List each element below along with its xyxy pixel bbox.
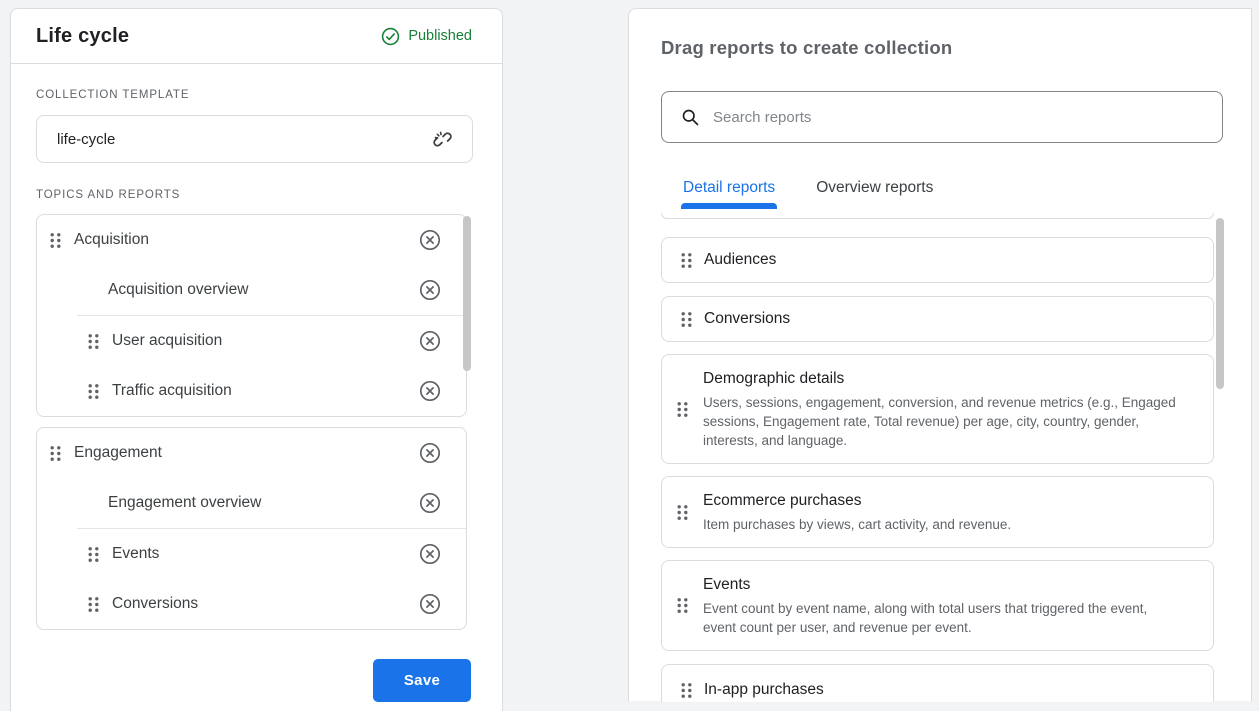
remove-button[interactable] — [418, 491, 442, 515]
drag-handle-icon[interactable] — [87, 383, 100, 400]
remove-circle-icon — [418, 542, 442, 566]
report-row[interactable]: Acquisition overview — [37, 265, 466, 315]
drag-handle-icon[interactable] — [87, 333, 100, 350]
collection-template-field[interactable]: life-cycle — [36, 115, 473, 163]
tab-detail-reports[interactable]: Detail reports — [680, 179, 778, 209]
report-description: Event count by event name, along with to… — [703, 601, 1148, 635]
report-title: Ecommerce purchases — [703, 492, 862, 509]
topic-group-engagement: Engagement Engagement overview Events Co… — [36, 427, 467, 630]
check-circle-icon — [381, 27, 400, 46]
report-title: Conversions — [704, 310, 791, 327]
report-card-partial[interactable] — [661, 213, 1214, 219]
tab-overview-reports[interactable]: Overview reports — [816, 179, 933, 209]
collection-editor-panel: Life cycle Published COLLECTION TEMPLATE… — [10, 8, 503, 711]
remove-button[interactable] — [418, 542, 442, 566]
status-badge-label: Published — [408, 28, 472, 44]
report-card[interactable]: Demographic details Users, sessions, eng… — [661, 354, 1214, 464]
remove-button[interactable] — [418, 592, 442, 616]
topic-row[interactable]: Acquisition — [37, 215, 466, 265]
search-box[interactable] — [661, 91, 1223, 143]
remove-button[interactable] — [418, 379, 442, 403]
report-row[interactable]: Conversions — [37, 579, 466, 629]
report-label: Traffic acquisition — [112, 382, 232, 399]
remove-button[interactable] — [418, 329, 442, 353]
report-row[interactable]: Traffic acquisition — [37, 366, 466, 416]
topic-label: Engagement — [74, 444, 162, 461]
report-picker-panel: Drag reports to create collection Detail… — [628, 8, 1252, 702]
collection-template-label: COLLECTION TEMPLATE — [36, 89, 190, 101]
search-icon — [680, 107, 700, 127]
report-row[interactable]: Events — [37, 529, 466, 579]
report-card[interactable]: Conversions — [661, 296, 1214, 342]
report-label: User acquisition — [112, 332, 223, 349]
drag-handle-icon[interactable] — [680, 311, 693, 328]
remove-button[interactable] — [418, 228, 442, 252]
topic-group-acquisition: Acquisition Acquisition overview User ac… — [36, 214, 471, 417]
report-title: Events — [703, 576, 751, 593]
remove-circle-icon — [418, 329, 442, 353]
report-description: Users, sessions, engagement, conversion,… — [703, 395, 1176, 448]
remove-circle-icon — [418, 441, 442, 465]
remove-button[interactable] — [418, 441, 442, 465]
collection-title: Life cycle — [36, 24, 130, 47]
report-title: Demographic details — [703, 370, 845, 387]
remove-circle-icon — [418, 278, 442, 302]
topics-and-reports-label: TOPICS AND REPORTS — [36, 189, 181, 201]
search-input[interactable] — [713, 108, 1206, 126]
report-title: Audiences — [704, 251, 777, 268]
save-button[interactable]: Save — [373, 659, 471, 702]
report-list: Audiences Conversions Demographic detail… — [661, 213, 1214, 702]
drag-handle-icon[interactable] — [49, 445, 62, 462]
drag-handle-icon[interactable] — [87, 596, 100, 613]
report-row[interactable]: User acquisition — [37, 316, 466, 366]
remove-circle-icon — [418, 379, 442, 403]
remove-circle-icon — [418, 592, 442, 616]
report-description: Item purchases by views, cart activity, … — [703, 517, 1012, 532]
drag-handle-icon[interactable] — [680, 252, 693, 269]
report-tabs: Detail reports Overview reports — [680, 179, 1251, 209]
report-label: Engagement overview — [108, 494, 262, 511]
drag-handle-icon[interactable] — [662, 504, 703, 521]
collection-header: Life cycle Published — [11, 9, 502, 64]
report-title: In-app purchases — [704, 681, 824, 698]
report-label: Conversions — [112, 595, 199, 612]
drag-handle-icon[interactable] — [49, 232, 62, 249]
report-card[interactable]: Ecommerce purchases Item purchases by vi… — [661, 476, 1214, 548]
drag-reports-heading: Drag reports to create collection — [661, 37, 953, 58]
drag-handle-icon[interactable] — [680, 682, 693, 699]
report-card[interactable]: In-app purchases — [661, 664, 1214, 702]
scrollbar-thumb[interactable] — [1216, 218, 1224, 389]
status-badge: Published — [381, 27, 472, 46]
drag-handle-icon[interactable] — [662, 597, 703, 614]
broken-link-icon[interactable] — [431, 128, 454, 151]
remove-button[interactable] — [418, 278, 442, 302]
drag-handle-icon[interactable] — [662, 401, 703, 418]
collection-template-value: life-cycle — [57, 130, 116, 148]
topic-row[interactable]: Engagement — [37, 428, 466, 478]
scrollbar-thumb[interactable] — [463, 216, 471, 371]
report-card[interactable]: Audiences — [661, 237, 1214, 283]
remove-circle-icon — [418, 228, 442, 252]
report-row[interactable]: Engagement overview — [37, 478, 466, 528]
report-label: Acquisition overview — [108, 281, 249, 298]
topic-label: Acquisition — [74, 231, 149, 248]
report-label: Events — [112, 545, 160, 562]
drag-handle-icon[interactable] — [87, 546, 100, 563]
remove-circle-icon — [418, 491, 442, 515]
report-card[interactable]: Events Event count by event name, along … — [661, 560, 1214, 651]
